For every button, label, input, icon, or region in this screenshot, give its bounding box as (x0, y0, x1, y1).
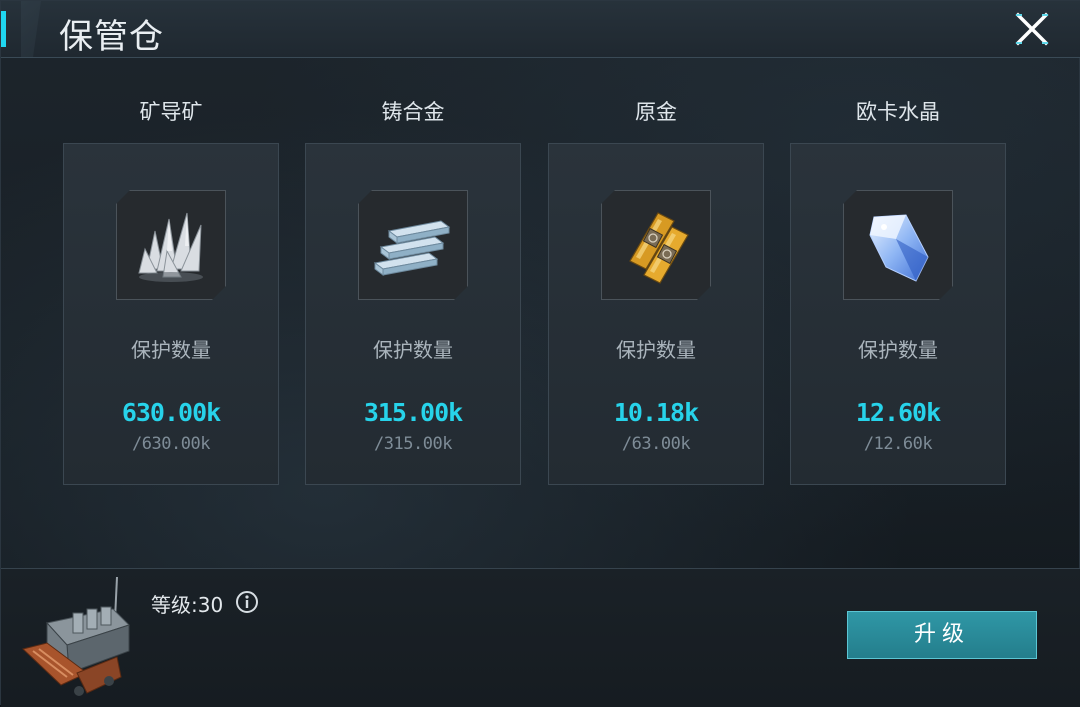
info-icon[interactable] (235, 590, 259, 614)
protected-current: 630.00k (121, 398, 221, 427)
resource-icon-frame (843, 190, 953, 300)
resource-card: 保护数量 12.60k /12.60k (790, 143, 1006, 485)
alloy-ingots-icon (359, 191, 467, 299)
crystal-ore-icon (117, 191, 225, 299)
blue-crystal-icon (844, 191, 952, 299)
protected-max: /12.60k (863, 434, 933, 454)
protected-max: /63.00k (621, 434, 691, 454)
resource-name: 矿导矿 (139, 100, 203, 124)
upgrade-button[interactable]: 升级 (847, 611, 1037, 659)
header-accent-bar (1, 11, 6, 47)
resource-card: 保护数量 315.00k /315.00k (305, 143, 521, 485)
window-title: 保管仓 (59, 17, 164, 57)
protected-max: /630.00k (132, 434, 210, 454)
header-notch (21, 1, 41, 57)
resource-icon-frame (358, 190, 468, 300)
gold-bars-icon (602, 191, 710, 299)
protected-max: /315.00k (374, 434, 452, 454)
close-button[interactable] (1008, 7, 1056, 51)
protect-label: 保护数量 (373, 338, 453, 362)
resource-icon-frame (601, 190, 711, 300)
resource-icon-frame (116, 190, 226, 300)
resource-card: 保护数量 10.18k /63.00k (548, 143, 764, 485)
resource-name: 原金 (635, 100, 677, 124)
resource-card: 保护数量 630.00k /630.00k (63, 143, 279, 485)
building-level: 等级:30 (151, 593, 224, 617)
protect-label: 保护数量 (131, 338, 211, 362)
storage-window: 保管仓 矿导矿 保护数量 630.00k /630.00k 铸合金 保护数量 3… (0, 0, 1080, 707)
protected-current: 10.18k (613, 398, 699, 427)
resource-name: 铸合金 (381, 100, 445, 124)
warehouse-ship-icon (21, 576, 130, 696)
protected-current: 12.60k (855, 398, 941, 427)
protect-label: 保护数量 (858, 338, 938, 362)
window-header: 保管仓 (1, 1, 1080, 58)
protect-label: 保护数量 (616, 338, 696, 362)
protected-current: 315.00k (363, 398, 463, 427)
close-icon (1015, 12, 1049, 46)
resource-name: 欧卡水晶 (856, 100, 940, 124)
